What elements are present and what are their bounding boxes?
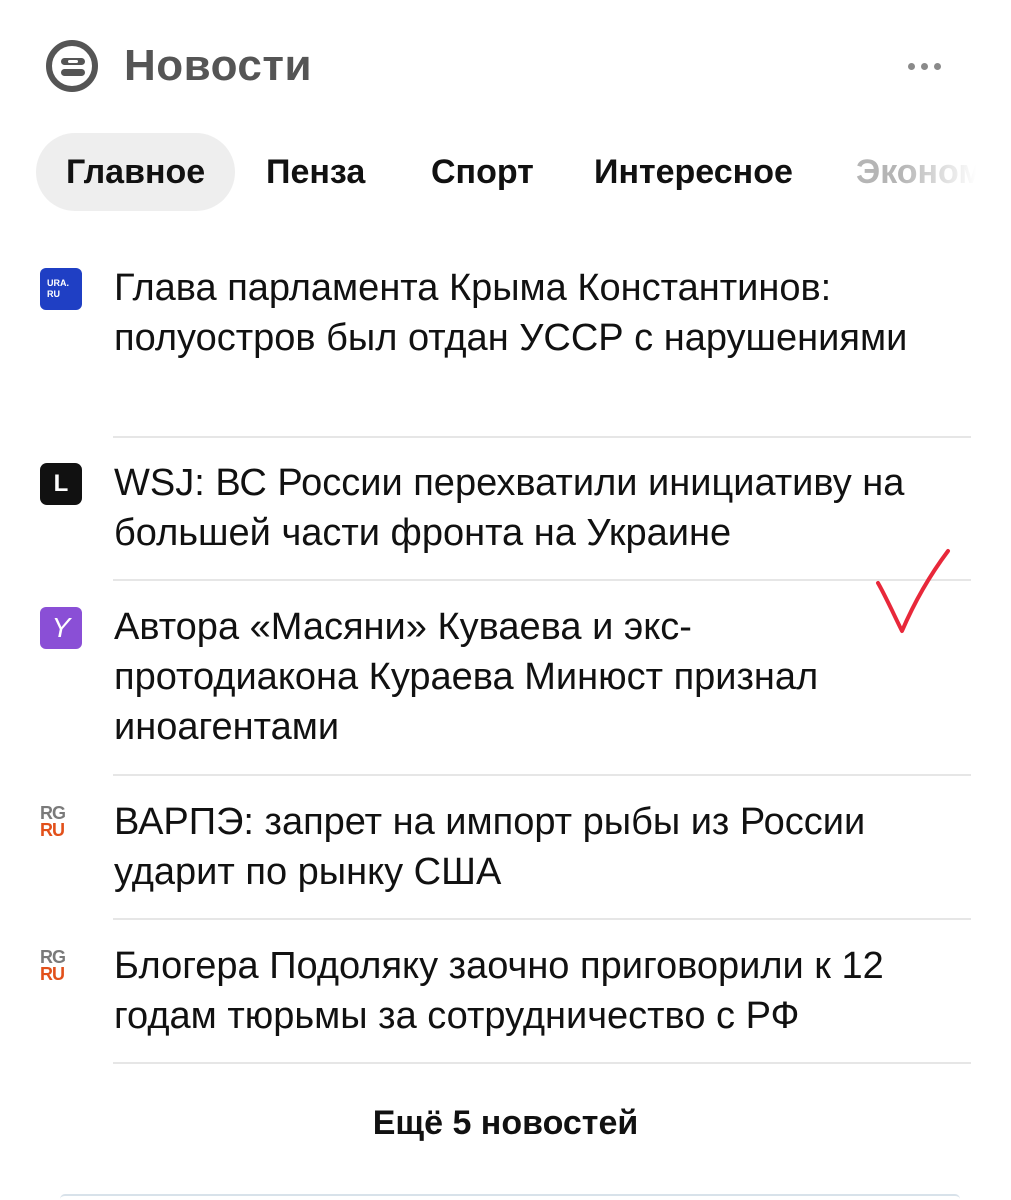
ura-ru-icon: URA. RU [40, 268, 82, 310]
divider [113, 918, 971, 920]
ura-icon-text-1: URA. [47, 278, 69, 288]
tab-main[interactable]: Главное [36, 133, 236, 211]
page-title: Новости [124, 41, 312, 90]
news-headline[interactable]: Глава парламента Крыма Константинов: пол… [114, 263, 984, 363]
tab-economy[interactable]: Эконом [856, 133, 984, 211]
more-dots-icon[interactable] [896, 46, 952, 86]
dot [920, 62, 928, 70]
news-headline[interactable]: ВАРПЭ: запрет на импорт рыбы из России у… [114, 797, 984, 897]
rg-ru-icon: RG RU [40, 801, 82, 843]
rg-icon-text-bottom: RU [40, 820, 65, 840]
header: Новости [0, 0, 1011, 130]
tab-interesting[interactable]: Интересное [594, 133, 793, 211]
tab-penza[interactable]: Пенза [266, 133, 365, 211]
next-card-edge [60, 1194, 960, 1200]
news-headline[interactable]: Блогера Подоляку заочно приговорили к 12… [114, 941, 984, 1041]
divider [113, 1062, 971, 1064]
dot [933, 62, 941, 70]
y-source-icon: Y [40, 607, 82, 649]
dot [907, 62, 915, 70]
divider [113, 436, 971, 438]
rg-ru-icon: RG RU [40, 945, 82, 987]
category-tabs: Главное Пенза Спорт Интересное Эконом [36, 133, 986, 211]
divider [113, 774, 971, 776]
more-news-button[interactable]: Ещё 5 новостей [0, 1098, 1011, 1148]
divider [113, 579, 971, 581]
tab-sport[interactable]: Спорт [431, 133, 534, 211]
news-headline[interactable]: Автора «Масяни» Куваева и экс-протодиако… [114, 602, 914, 752]
red-checkmark-icon [876, 549, 950, 633]
ura-icon-text-2: RU [47, 289, 60, 299]
rg-icon-text-bottom: RU [40, 964, 65, 984]
news-logo-icon[interactable] [46, 40, 98, 92]
news-headline[interactable]: WSJ: ВС России перехватили инициативу на… [114, 458, 984, 558]
l-source-icon: L [40, 463, 82, 505]
